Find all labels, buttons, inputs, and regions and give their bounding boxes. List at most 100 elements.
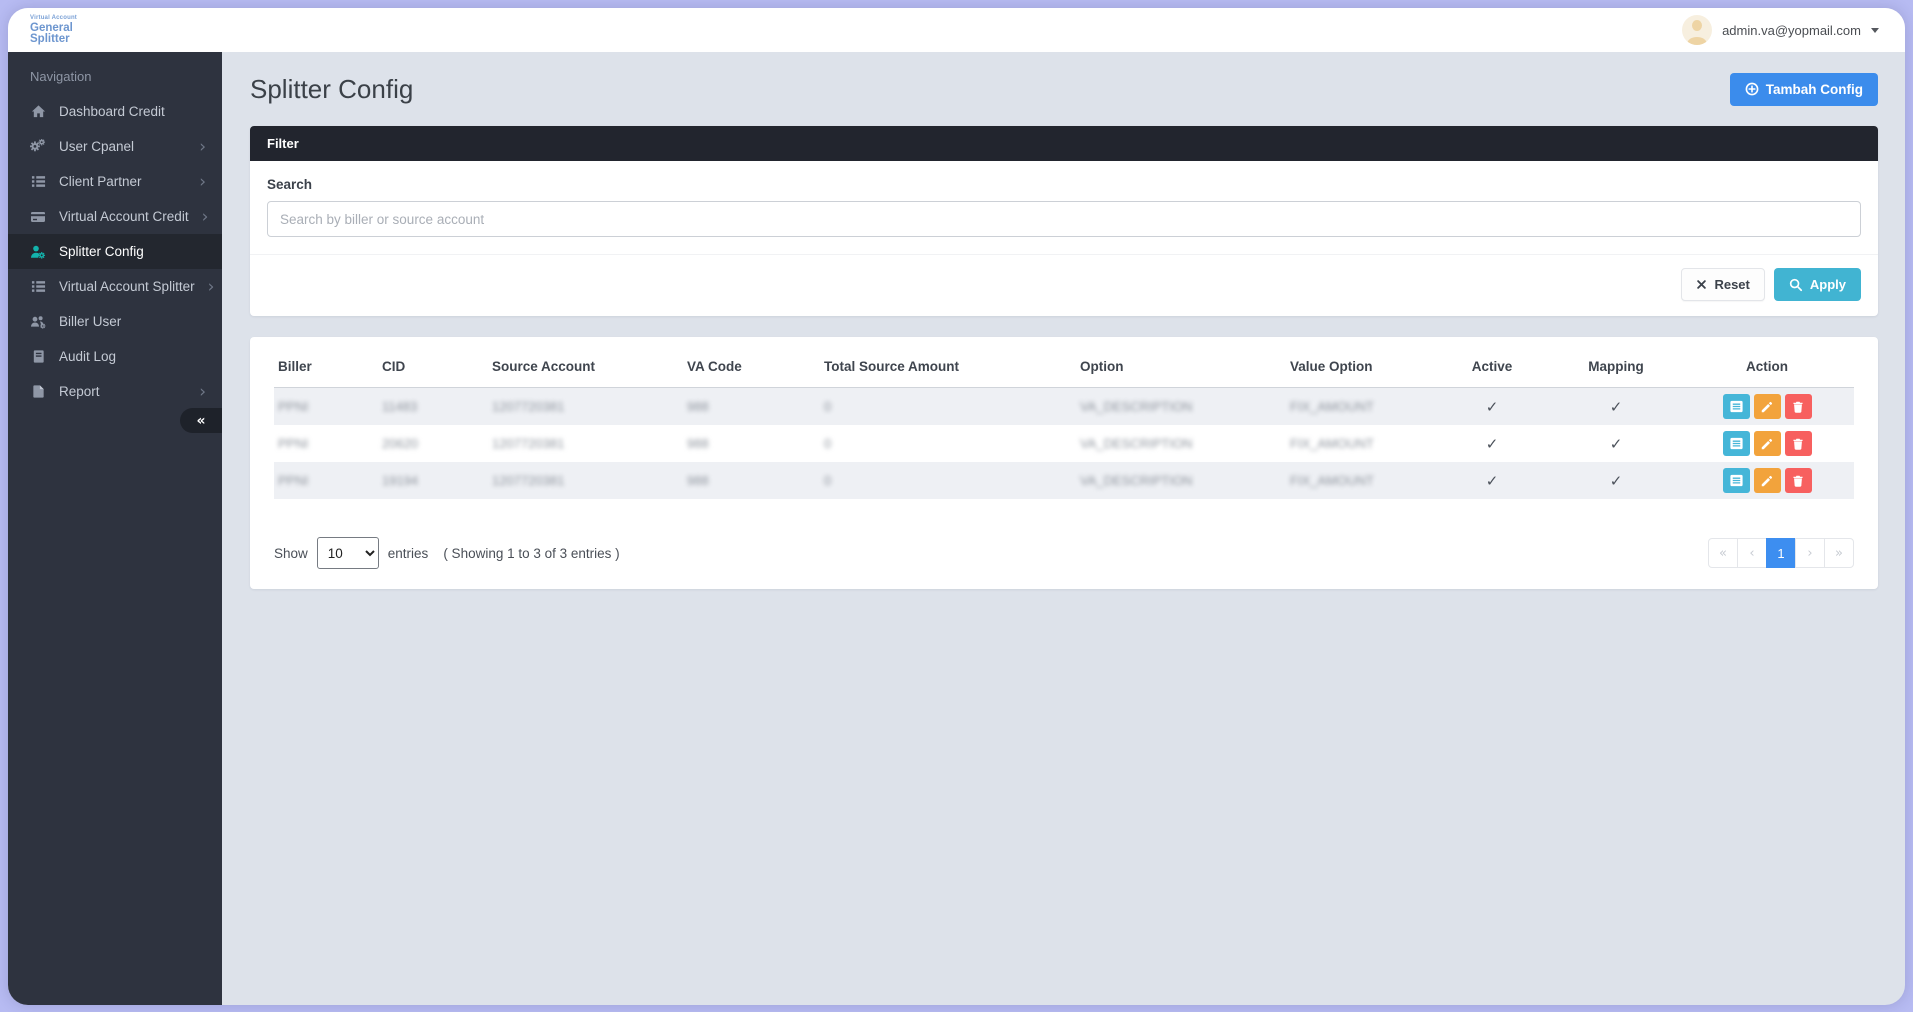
entries-label: entries — [387, 545, 429, 561]
cell-option: VA_DESCRIPTION — [1080, 399, 1193, 414]
sidebar-item-virtual-account-splitter[interactable]: Virtual Account Splitter › — [8, 269, 222, 304]
splitter-config-table: Biller CID Source Account VA Code Total … — [274, 343, 1854, 499]
chevron-right-icon: › — [201, 206, 209, 227]
close-icon — [1696, 279, 1707, 290]
sidebar: Navigation Dashboard Credit User Cpanel … — [8, 52, 222, 1005]
edit-button[interactable] — [1753, 468, 1781, 493]
reset-button[interactable]: Reset — [1681, 268, 1765, 301]
table-row: PPNI 19194 1207720381 988 0 VA_DESCRIPTI… — [274, 462, 1854, 499]
sidebar-item-client-partner[interactable]: Client Partner › — [8, 164, 222, 199]
edit-button[interactable] — [1753, 431, 1781, 456]
list-icon — [30, 174, 46, 190]
pagination-prev-button[interactable]: ‹ — [1737, 538, 1767, 568]
caret-down-icon — [1871, 27, 1879, 33]
cell-source-account: 1207720381 — [492, 473, 565, 488]
pagination: « ‹ 1 › » — [1708, 538, 1854, 568]
delete-button[interactable] — [1784, 468, 1812, 493]
cell-value-option: FIX_AMOUNT — [1290, 436, 1374, 451]
list-icon — [30, 279, 46, 295]
sidebar-item-dashboard-credit[interactable]: Dashboard Credit — [8, 94, 222, 129]
delete-button[interactable] — [1784, 394, 1812, 419]
cell-va-code: 988 — [687, 473, 709, 488]
sidebar-item-virtual-account-credit[interactable]: Virtual Account Credit › — [8, 199, 222, 234]
cell-va-code: 988 — [687, 436, 709, 451]
cell-va-code: 988 — [687, 399, 709, 414]
cell-biller: PPNI — [278, 473, 309, 488]
col-source-account: Source Account — [488, 343, 683, 388]
edit-button[interactable] — [1753, 394, 1781, 419]
mapping-check-icon: ✓ — [1609, 397, 1623, 416]
cell-source-account: 1207720381 — [492, 436, 565, 451]
search-icon — [1789, 278, 1803, 292]
topbar: Virtual Account General Splitter admin.v… — [8, 8, 1905, 52]
cell-cid: 19194 — [382, 473, 419, 488]
chevron-right-icon: › — [199, 136, 206, 157]
chevron-right-icon: › — [199, 171, 206, 192]
app-logo[interactable]: Virtual Account General Splitter — [30, 15, 77, 46]
col-option: Option — [1076, 343, 1286, 388]
sidebar-item-report[interactable]: Report › — [8, 374, 222, 409]
brand-line-small: Virtual Account — [30, 14, 78, 21]
collapse-icon: « — [196, 412, 206, 429]
file-icon — [30, 384, 46, 400]
gears-icon — [30, 138, 46, 155]
user-gear-icon — [30, 244, 46, 260]
sidebar-section-label: Navigation — [30, 69, 92, 84]
cell-total-source-amount: 0 — [824, 473, 832, 488]
cell-total-source-amount: 0 — [824, 436, 832, 451]
pagination-first-button[interactable]: « — [1708, 538, 1738, 568]
active-check-icon: ✓ — [1485, 397, 1499, 416]
active-check-icon: ✓ — [1485, 471, 1499, 490]
sidebar-collapse-button[interactable]: « — [180, 408, 222, 433]
pagination-page-1-button[interactable]: 1 — [1766, 538, 1796, 568]
table-row: PPNI 11483 1207720381 988 0 VA_DESCRIPTI… — [274, 387, 1854, 425]
search-input[interactable] — [267, 201, 1861, 237]
col-mapping: Mapping — [1552, 343, 1680, 388]
table-row: PPNI 20620 1207720381 988 0 VA_DESCRIPTI… — [274, 425, 1854, 462]
show-label: Show — [274, 545, 308, 561]
page-size-select[interactable]: 10 — [316, 537, 379, 569]
sidebar-item-splitter-config[interactable]: Splitter Config — [8, 234, 222, 269]
sidebar-item-audit-log[interactable]: Audit Log — [8, 339, 222, 374]
pagination-next-button[interactable]: › — [1795, 538, 1825, 568]
page-title: Splitter Config — [250, 73, 414, 104]
pagination-last-button[interactable]: » — [1824, 538, 1854, 568]
mapping-check-icon: ✓ — [1609, 434, 1623, 453]
chevron-right-icon: › — [207, 276, 215, 297]
detail-button[interactable] — [1722, 431, 1750, 456]
users-gear-icon — [30, 314, 46, 330]
avatar — [1682, 15, 1713, 45]
cell-cid: 20620 — [382, 436, 419, 451]
filter-panel-title: Filter — [250, 126, 1878, 161]
col-cid: CID — [378, 343, 488, 388]
apply-button[interactable]: Apply — [1773, 268, 1861, 301]
cell-source-account: 1207720381 — [492, 399, 565, 414]
delete-button[interactable] — [1784, 431, 1812, 456]
user-menu[interactable]: admin.va@yopmail.com — [1682, 15, 1879, 45]
sidebar-item-user-cpanel[interactable]: User Cpanel › — [8, 129, 222, 164]
search-label: Search — [267, 177, 313, 192]
col-biller: Biller — [274, 343, 378, 388]
cell-option: VA_DESCRIPTION — [1080, 436, 1193, 451]
brand-line-splitter: Splitter — [30, 33, 70, 45]
home-icon — [30, 104, 46, 120]
filter-panel: Filter Search Reset Apply — [250, 126, 1878, 316]
cell-cid: 11483 — [382, 399, 418, 414]
detail-button[interactable] — [1722, 394, 1750, 419]
cell-value-option: FIX_AMOUNT — [1290, 399, 1374, 414]
col-value-option: Value Option — [1286, 343, 1432, 388]
add-config-button[interactable]: Tambah Config — [1729, 72, 1878, 106]
sidebar-item-biller-user[interactable]: Biller User — [8, 304, 222, 339]
main-content: Splitter Config Tambah Config Filter Sea… — [222, 52, 1905, 1005]
cell-total-source-amount: 0 — [824, 399, 832, 414]
user-email: admin.va@yopmail.com — [1722, 22, 1861, 38]
credit-card-icon — [30, 209, 46, 225]
splitter-config-table-card: Biller CID Source Account VA Code Total … — [250, 337, 1878, 589]
showing-entries-text: ( Showing 1 to 3 of 3 entries ) — [443, 545, 620, 561]
col-total-source-amount: Total Source Amount — [820, 343, 1076, 388]
chevron-right-icon: › — [199, 381, 206, 402]
detail-button[interactable] — [1722, 468, 1750, 493]
mapping-check-icon: ✓ — [1609, 471, 1623, 490]
cell-biller: PPNI — [278, 399, 309, 414]
col-va-code: VA Code — [683, 343, 820, 388]
